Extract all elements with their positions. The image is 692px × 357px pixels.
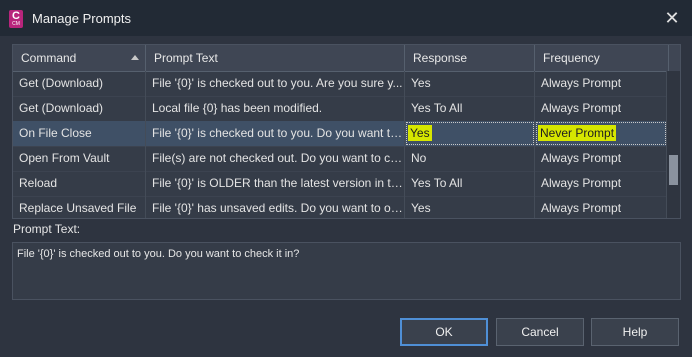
table-row[interactable]: Open From Vault File(s) are not checked … (13, 146, 667, 172)
cell-command: On File Close (13, 121, 146, 146)
column-header-label: Frequency (543, 51, 600, 65)
response-value-highlighted: Yes (408, 125, 432, 141)
prompt-text-field[interactable]: File '{0}' is checked out to you. Do you… (12, 242, 681, 300)
scrollbar-thumb[interactable] (669, 155, 678, 185)
cell-response[interactable]: Yes (405, 196, 535, 218)
close-icon[interactable]: ✕ (660, 6, 684, 30)
column-header-label: Command (21, 51, 77, 65)
column-header-label: Response (413, 51, 468, 65)
cell-prompt-text: Local file {0} has been modified. (146, 96, 405, 121)
app-logo-icon: C CM (9, 10, 23, 28)
manage-prompts-dialog: C CM Manage Prompts ✕ Command Prompt Tex… (0, 0, 692, 357)
cell-response[interactable]: Yes To All (405, 171, 535, 196)
grid-header: Command Prompt Text Response Frequency (13, 45, 680, 72)
sort-ascending-icon (131, 55, 139, 60)
table-row-selected[interactable]: On File Close File '{0}' is checked out … (13, 121, 667, 147)
table-row[interactable]: Reload File '{0}' is OLDER than the late… (13, 171, 667, 197)
cell-prompt-text: File '{0}' is OLDER than the latest vers… (146, 171, 405, 196)
cell-command: Replace Unsaved File (13, 196, 146, 218)
table-row[interactable]: Get (Download) Local file {0} has been m… (13, 96, 667, 122)
cell-frequency[interactable]: Always Prompt (535, 146, 667, 171)
title-bar: C CM Manage Prompts ✕ (0, 0, 692, 36)
prompts-grid: Command Prompt Text Response Frequency G… (12, 44, 681, 219)
prompt-text-value: File '{0}' is checked out to you. Do you… (17, 248, 300, 260)
cell-prompt-text: File(s) are not checked out. Do you want… (146, 146, 405, 171)
column-header-prompt-text[interactable]: Prompt Text (146, 45, 405, 71)
cell-command: Open From Vault (13, 146, 146, 171)
frequency-value-highlighted: Never Prompt (538, 125, 617, 141)
column-header-command[interactable]: Command (13, 45, 146, 71)
cell-response[interactable]: Yes (405, 71, 535, 96)
cell-command: Get (Download) (13, 71, 146, 96)
cell-response[interactable]: Yes To All (405, 96, 535, 121)
column-header-label: Prompt Text (154, 51, 218, 65)
table-row[interactable]: Get (Download) File '{0}' is checked out… (13, 71, 667, 97)
cell-response[interactable]: No (405, 146, 535, 171)
dialog-title: Manage Prompts (32, 11, 131, 26)
ok-button[interactable]: OK (400, 318, 488, 346)
prompt-text-label: Prompt Text: (13, 222, 81, 236)
cancel-button[interactable]: Cancel (496, 318, 584, 346)
help-button[interactable]: Help (591, 318, 679, 346)
cell-frequency[interactable]: Always Prompt (535, 171, 667, 196)
cell-frequency[interactable]: Never Prompt (535, 121, 667, 146)
cell-prompt-text: File '{0}' is checked out to you. Are yo… (146, 71, 405, 96)
app-logo-sub: CM (12, 21, 20, 27)
column-header-frequency[interactable]: Frequency (535, 45, 669, 71)
cell-prompt-text: File '{0}' is checked out to you. Do you… (146, 121, 405, 146)
app-logo-letter: C (12, 10, 20, 22)
table-row[interactable]: Replace Unsaved File File '{0}' has unsa… (13, 196, 667, 218)
cell-command: Reload (13, 171, 146, 196)
cell-command: Get (Download) (13, 96, 146, 121)
cell-prompt-text: File '{0}' has unsaved edits. Do you wan… (146, 196, 405, 218)
cell-response[interactable]: Yes (405, 121, 535, 146)
column-header-response[interactable]: Response (405, 45, 535, 71)
cell-frequency[interactable]: Always Prompt (535, 96, 667, 121)
cell-frequency[interactable]: Always Prompt (535, 71, 667, 96)
cell-frequency[interactable]: Always Prompt (535, 196, 667, 218)
vertical-scrollbar[interactable] (666, 71, 680, 218)
